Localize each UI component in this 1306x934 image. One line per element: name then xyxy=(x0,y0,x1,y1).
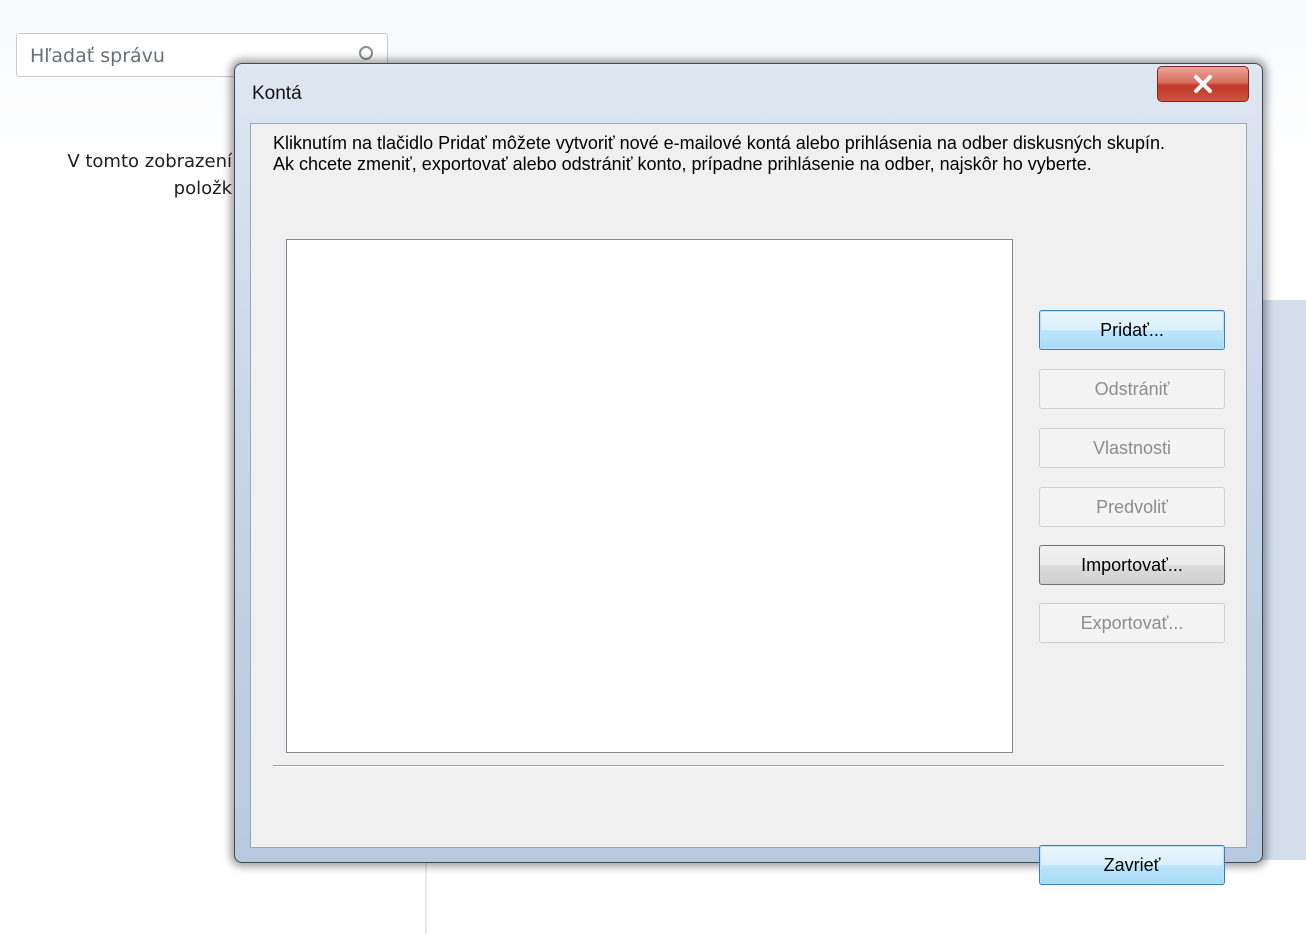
dialog-client-area: Kliknutím na tlačidlo Pridať môžete vytv… xyxy=(250,123,1247,885)
add-button[interactable]: Pridať... xyxy=(1039,310,1225,350)
close-icon xyxy=(1194,75,1212,93)
instructions-paragraph: Kliknutím na tlačidlo Pridať môžete vytv… xyxy=(273,133,1165,153)
close-dialog-button[interactable]: Zavrieť xyxy=(1039,845,1225,885)
remove-button[interactable]: Odstrániť xyxy=(1039,369,1225,409)
empty-view-message: V tomto zobrazení položk xyxy=(0,148,232,202)
instructions-text: Kliknutím na tlačidlo Pridať môžete vytv… xyxy=(273,133,1233,175)
empty-view-message-line: V tomto zobrazení xyxy=(67,151,232,172)
accounts-dialog: Kontá Kliknutím na tlačidlo Pridať môžet… xyxy=(234,63,1263,885)
dialog-title: Kontá xyxy=(252,83,302,104)
accounts-list[interactable] xyxy=(286,239,1013,753)
pane-divider xyxy=(425,860,427,934)
close-button[interactable] xyxy=(1157,66,1249,102)
separator xyxy=(273,765,1224,767)
properties-button[interactable]: Vlastnosti xyxy=(1039,428,1225,468)
import-button[interactable]: Importovať... xyxy=(1039,545,1225,585)
export-button[interactable]: Exportovať... xyxy=(1039,603,1225,643)
search-icon[interactable] xyxy=(357,45,375,63)
search-input[interactable]: Hľadať správu xyxy=(30,45,165,67)
instructions-paragraph: Ak chcete zmeniť, exportovať alebo odstr… xyxy=(273,154,1092,174)
empty-view-message-line: položk xyxy=(173,178,232,199)
set-default-button[interactable]: Predvoliť xyxy=(1039,487,1225,527)
